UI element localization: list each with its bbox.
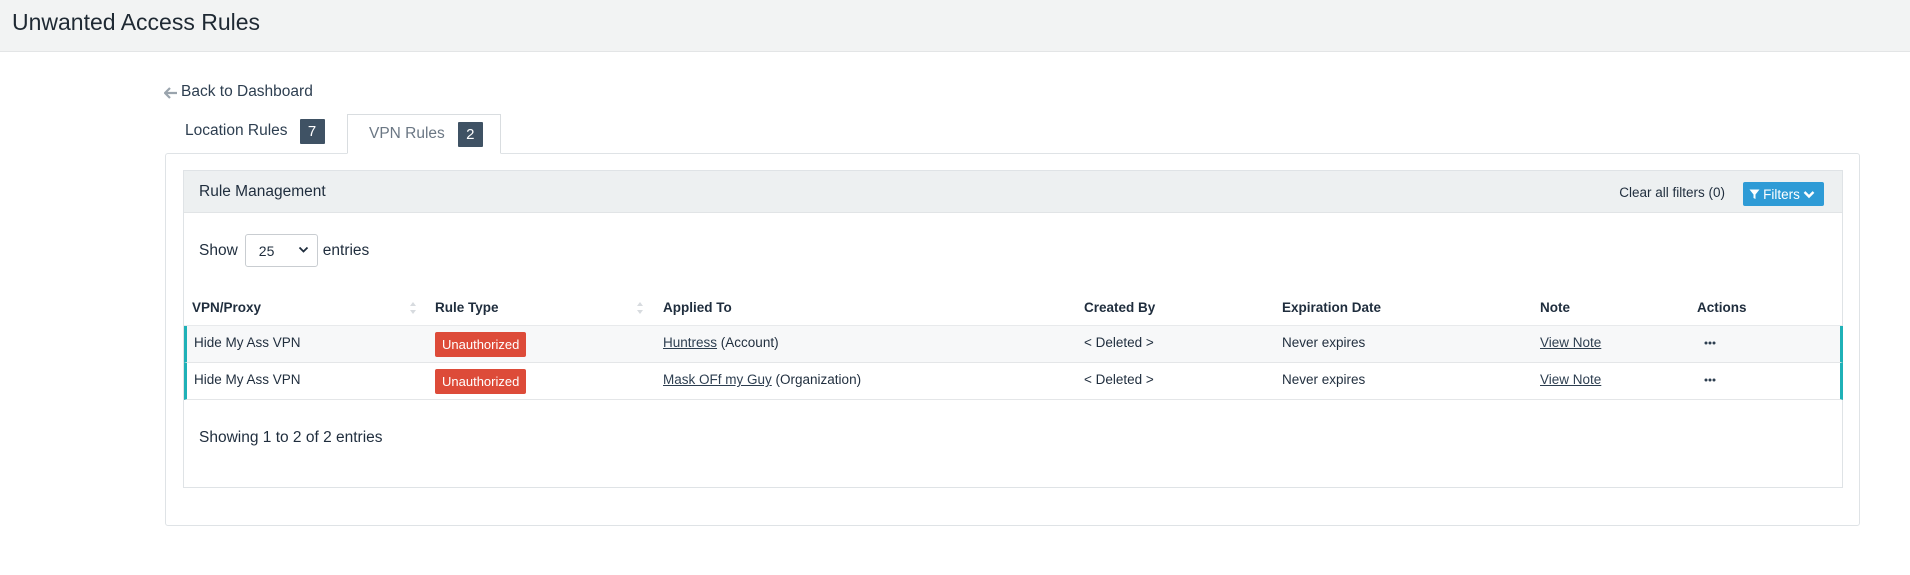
panel-title: Rule Management [199, 183, 326, 200]
sort-icon[interactable] [636, 301, 644, 315]
column-header-note: Note [1540, 300, 1570, 315]
applied-to-scope: (Organization) [775, 372, 862, 387]
table-row: Hide My Ass VPN Unauthorized Mask OFf my… [184, 363, 1843, 400]
ellipsis-icon[interactable] [1704, 340, 1716, 346]
cell-expiration: Never expires [1282, 372, 1366, 387]
applied-to-link[interactable]: Huntress [663, 335, 717, 350]
applied-to-scope: (Account) [720, 335, 779, 350]
chevron-down-icon [1803, 190, 1815, 198]
page-title: Unwanted Access Rules [12, 9, 261, 35]
entries-per-page-value: 25 [258, 242, 275, 259]
back-link-label: Back to Dashboard [181, 83, 313, 100]
tab-label: Location Rules [185, 122, 288, 139]
column-header-expiration-date: Expiration Date [1282, 300, 1382, 315]
column-header-vpn-proxy[interactable]: VPN/Proxy [192, 300, 261, 315]
entries-label: entries [322, 241, 370, 259]
column-header-applied-to: Applied To [663, 300, 732, 315]
filters-button[interactable]: Filters [1743, 182, 1824, 206]
funnel-icon [1749, 189, 1760, 199]
column-header-actions: Actions [1697, 300, 1747, 315]
table-row: Hide My Ass VPN Unauthorized Huntress (A… [184, 326, 1843, 363]
tab-count-badge: 2 [457, 121, 483, 147]
column-header-rule-type[interactable]: Rule Type [435, 300, 499, 315]
clear-filters-link[interactable]: Clear all filters (0) [1619, 185, 1725, 200]
show-label: Show [199, 241, 238, 259]
cell-created-by: < Deleted > [1084, 335, 1154, 350]
filters-button-label: Filters [1763, 186, 1800, 202]
top-bar: Unwanted Access Rules [0, 0, 1910, 52]
ellipsis-icon[interactable] [1704, 377, 1716, 383]
rule-management-panel: Rule Management Clear all filters (0) Fi… [183, 170, 1843, 488]
rule-type-badge: Unauthorized [435, 369, 527, 394]
sort-icon[interactable] [409, 301, 417, 315]
tab-vpn-rules[interactable]: VPN Rules 2 [347, 114, 501, 154]
tab-location-rules[interactable]: Location Rules 7 [185, 111, 325, 151]
cell-vpn: Hide My Ass VPN [194, 372, 301, 387]
view-note-link[interactable]: View Note [1540, 335, 1601, 350]
arrow-left-icon [163, 86, 178, 99]
panel-header: Rule Management Clear all filters (0) Fi… [184, 171, 1842, 213]
chevron-down-icon [298, 246, 308, 253]
cell-vpn: Hide My Ass VPN [194, 335, 301, 350]
length-menu: Show 25 entries [199, 234, 369, 267]
cell-expiration: Never expires [1282, 335, 1366, 350]
applied-to-link[interactable]: Mask OFf my Guy [663, 372, 772, 387]
back-to-dashboard-link[interactable]: Back to Dashboard [163, 83, 313, 101]
tab-count-badge: 7 [299, 118, 325, 144]
table-info: Showing 1 to 2 of 2 entries [199, 429, 383, 446]
tab-label: VPN Rules [369, 125, 445, 142]
view-note-link[interactable]: View Note [1540, 372, 1601, 387]
rule-type-badge: Unauthorized [435, 332, 527, 357]
cell-created-by: < Deleted > [1084, 372, 1154, 387]
cell-applied-to: Huntress (Account) [663, 335, 779, 350]
entries-per-page-select[interactable]: 25 [244, 234, 318, 267]
cell-applied-to: Mask OFf my Guy (Organization) [663, 372, 861, 387]
column-header-created-by: Created By [1084, 300, 1156, 315]
